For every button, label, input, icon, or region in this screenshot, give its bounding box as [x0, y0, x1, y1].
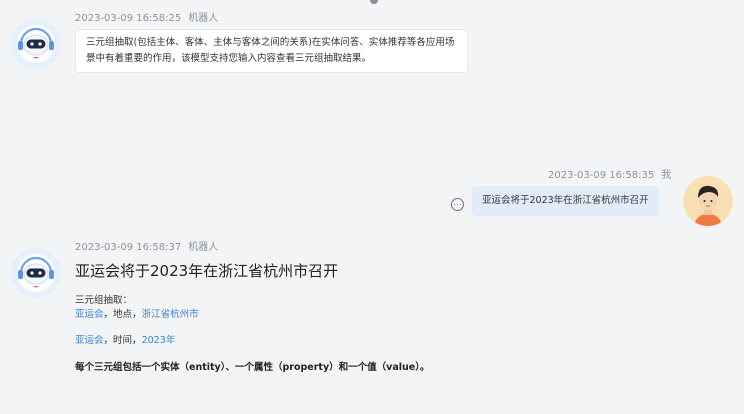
triple-row: 亚运会，地点，浙江省杭州市 [75, 306, 199, 320]
message-meta: 2023-03-09 16:58:35 我 [548, 166, 671, 181]
message-sender: 机器人 [188, 242, 219, 253]
user-message-bubble: 亚运会将于2023年在浙江省杭州市召开 [472, 186, 659, 216]
triple-value-link[interactable]: 2023年 [142, 335, 176, 346]
scroll-indicator [370, 0, 378, 4]
message-meta: 2023-03-09 16:58:37 机器人 [75, 238, 218, 253]
user-avatar-icon [683, 176, 733, 226]
message-text: 亚运会将于2023年在浙江省杭州市召开 [482, 195, 649, 206]
answer-title: 亚运会将于2023年在浙江省杭州市召开 [75, 262, 339, 280]
triple-entity-link[interactable]: 亚运会 [75, 335, 104, 346]
robot-avatar-icon [11, 19, 61, 69]
message-timestamp: 2023-03-09 16:58:25 [75, 13, 182, 24]
result-heading: 三元组抽取： [75, 295, 133, 306]
message-sender: 机器人 [188, 13, 219, 24]
triple-separator: ， [132, 335, 142, 346]
message-sender: 我 [661, 170, 672, 181]
message-timestamp: 2023-03-09 16:58:37 [75, 242, 182, 253]
triple-value-link[interactable]: 浙江省杭州市 [142, 309, 199, 320]
more-options-icon[interactable] [451, 198, 464, 211]
robot-avatar-icon [11, 248, 61, 298]
triple-row: 亚运会，时间，2023年 [75, 332, 175, 346]
triple-separator: ， [103, 309, 114, 320]
triple-separator: ， [103, 335, 114, 346]
message-timestamp: 2023-03-09 16:58:35 [548, 170, 655, 181]
message-text: 三元组抽取(包括主体、客体、主体与客体之间的关系)在实体问答、实体推荐等各应用场… [86, 37, 455, 64]
bot-message-bubble: 三元组抽取(包括主体、客体、主体与客体之间的关系)在实体问答、实体推荐等各应用场… [75, 29, 468, 73]
message-meta: 2023-03-09 16:58:25 机器人 [75, 9, 218, 24]
triple-property: 时间 [113, 335, 133, 346]
triple-property: 地点 [113, 309, 133, 320]
triple-separator: ， [132, 309, 142, 320]
triple-explanation: 每个三元组包括一个实体（entity）、一个属性（property）和一个值（v… [75, 362, 430, 373]
triple-entity-link[interactable]: 亚运会 [75, 309, 104, 320]
